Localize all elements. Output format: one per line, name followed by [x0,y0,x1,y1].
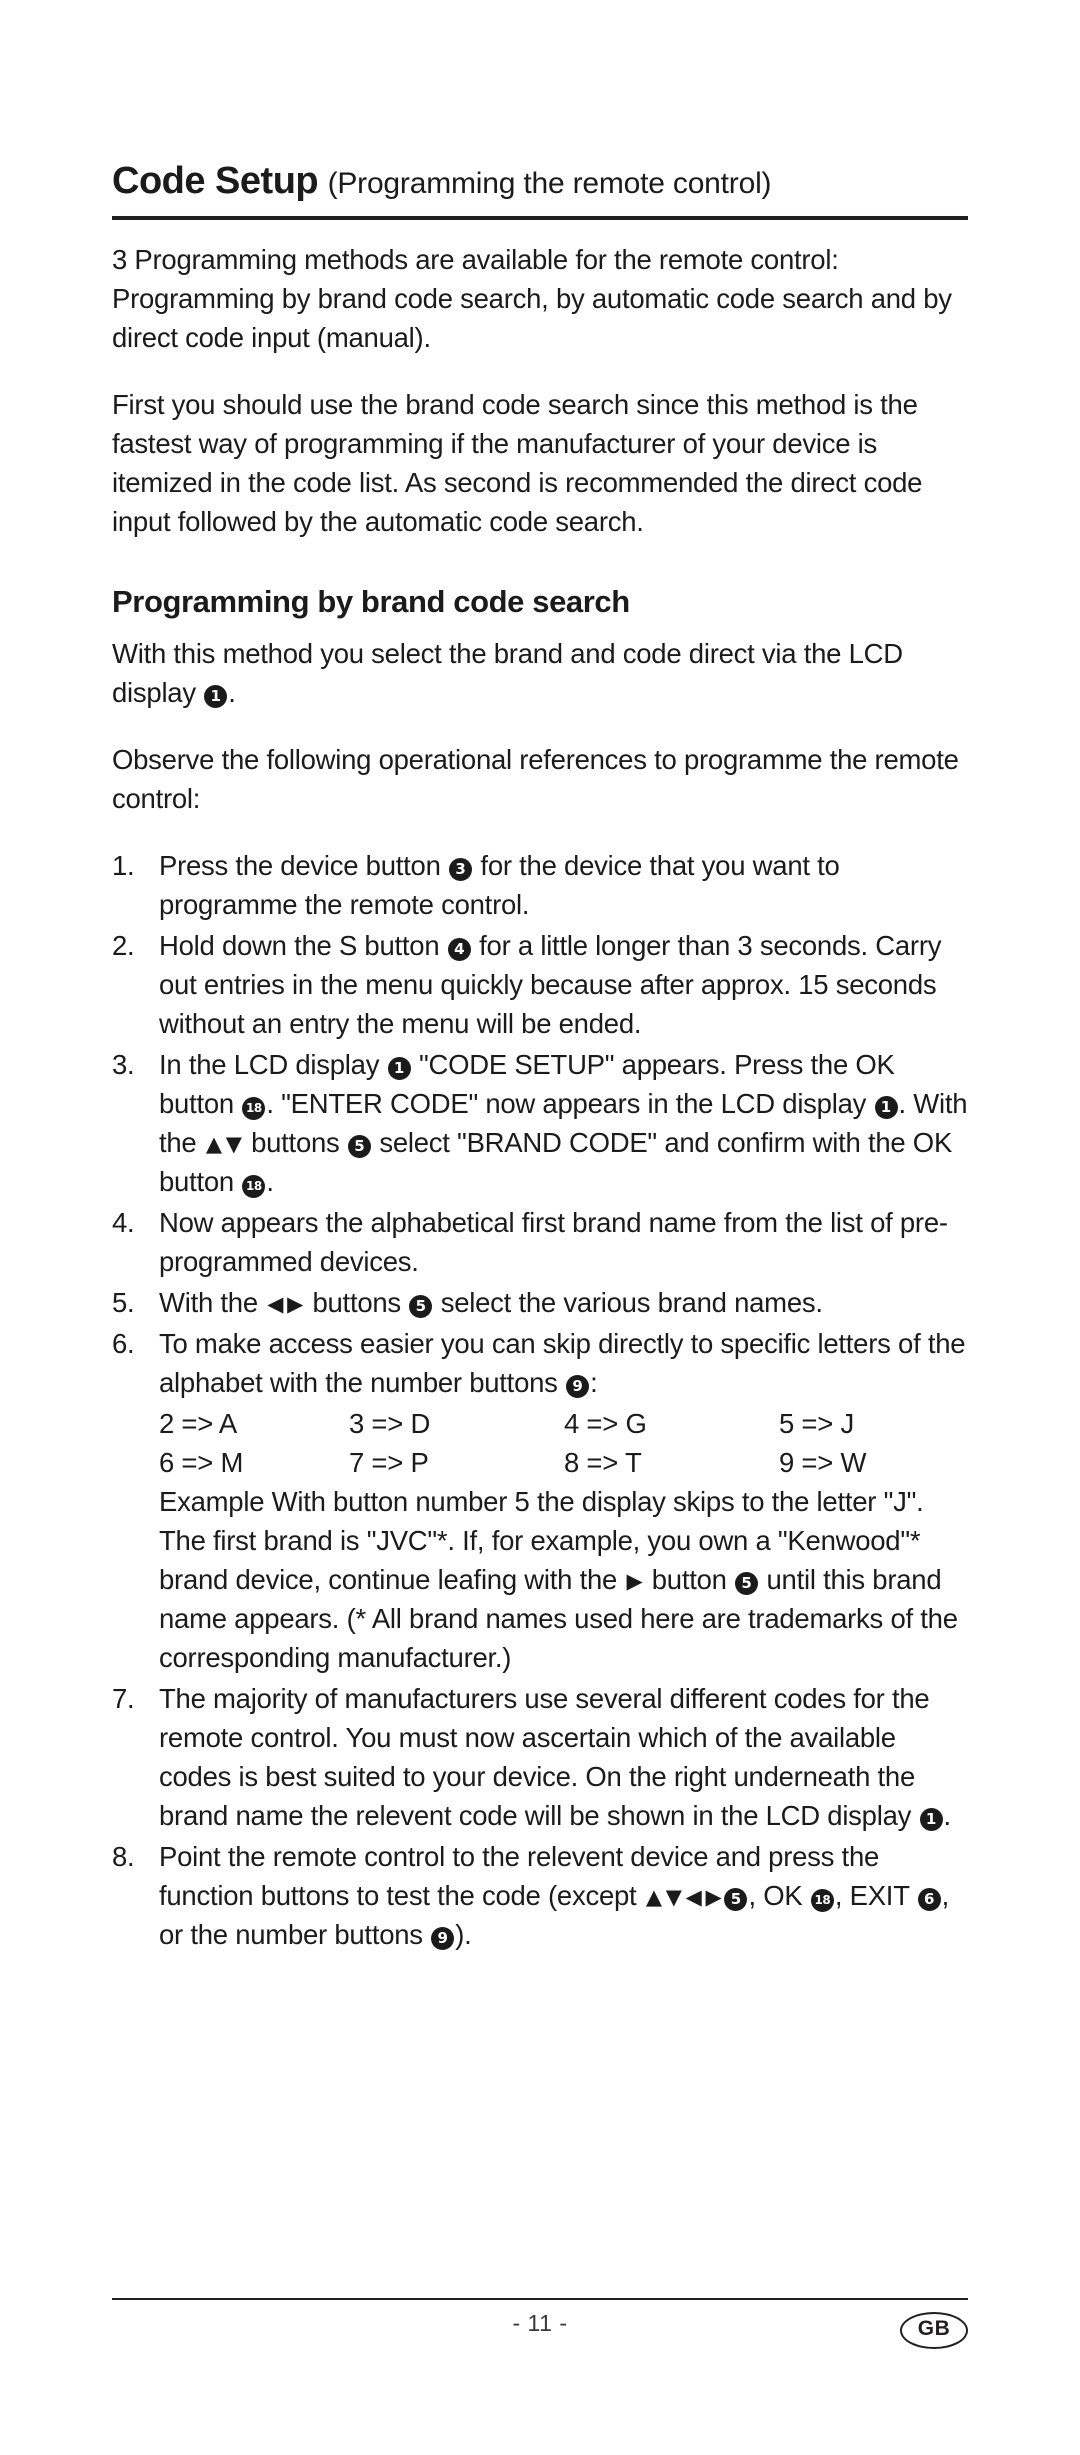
step-item-8: 8. Point the remote control to the releve… [112,1837,968,1954]
arrow-left-icon: ◀ [267,1291,284,1316]
letter-map-cell: 5 => J [779,1407,854,1439]
step-item-2: 2. Hold down the S button 4 for a little … [112,926,968,1043]
step-7-text-a: The majority of manufacturers use severa… [159,1682,930,1831]
marker-1-icon: 1 [387,1056,411,1080]
step-item-5: 5. With the ◀ ▶ buttons 5 select the vario… [112,1283,968,1322]
step-3-text-g: . [266,1165,274,1197]
marker-18-icon: 18 [810,1888,834,1912]
marker-6-icon: 6 [917,1887,941,1911]
step-3-number: 3. [112,1048,135,1080]
arrow-up-icon: ▲ [645,1884,662,1909]
section-paragraph-1: With this method you select the brand an… [112,634,968,712]
step-6-example-text-b: button [644,1563,735,1595]
marker-9-icon: 9 [431,1926,455,1950]
table-row: 6 => M 7 => P 8 => T 9 => W [159,1443,949,1482]
page-title-subtitle: (Programming the remote control) [327,167,772,200]
marker-5-icon: 5 [409,1294,433,1318]
arrow-right-icon: ▶ [626,1568,643,1593]
letter-map-cell: 4 => G [564,1407,647,1439]
section-heading-brand-code-search: Programming by brand code search [112,583,630,619]
section-paragraph-1-text-b: . [228,676,236,708]
arrow-right-icon: ▶ [287,1291,304,1316]
marker-9-icon: 9 [566,1374,590,1398]
table-row: 2 => A 3 => D 4 => G 5 => J [159,1404,949,1443]
step-6-text-b: : [590,1366,598,1398]
marker-1-icon: 1 [204,684,228,708]
step-7-number: 7. [112,1682,135,1714]
arrow-down-icon: ▼ [665,1884,682,1909]
intro-paragraph-1: 3 Programming methods are available for … [112,243,952,353]
section-paragraph-2: Observe the following operational refere… [112,743,959,814]
letter-shortcut-table: 2 => A 3 => D 4 => G 5 => J 6 => M 7 => … [159,1404,949,1482]
arrow-down-icon: ▼ [225,1131,242,1156]
marker-5-icon: 5 [735,1571,759,1595]
step-item-6: 6. To make access easier you can skip dir… [112,1324,968,1677]
step-4-text: Now appears the alphabetical first brand… [159,1206,948,1277]
steps-list: 1. Press the device button 3 for the devi… [112,846,968,1954]
letter-map-cell: 9 => W [779,1446,867,1478]
document-page: Code Setup (Programming the remote contr… [0,0,1080,2455]
step-1-text-a: Press the device button [159,849,449,881]
page-number: - 11 - [512,2310,568,2336]
step-8-text-f: ). [455,1918,472,1950]
step-item-7: 7. The majority of manufacturers use seve… [112,1679,968,1835]
marker-5-icon: 5 [347,1134,371,1158]
intro-paragraph-2: First you should use the brand code sear… [112,388,923,537]
marker-18-icon: 18 [242,1096,266,1120]
arrow-up-icon: ▲ [205,1131,222,1156]
step-2-text-a: Hold down the S button [159,929,447,961]
step-item-1: 1. Press the device button 3 for the devi… [112,846,968,924]
step-6-example: Example With button number 5 the display… [159,1482,968,1677]
letter-map-cell: 6 => M [159,1446,244,1478]
letter-map-cell: 8 => T [564,1446,642,1478]
page-footer: - 11 - GB [112,2298,968,2349]
step-6-text-a: To make access easier you can skip direc… [159,1327,966,1398]
footer-divider [112,2298,968,2300]
step-8-text-d: , EXIT [834,1879,917,1911]
step-item-4: 4. Now appears the alphabetical first bra… [112,1203,968,1281]
marker-4-icon: 4 [447,937,471,961]
step-5-text-a: With the [159,1286,266,1318]
step-7-text-b: . [943,1799,952,1831]
marker-1-icon: 1 [874,1095,898,1119]
step-1-number: 1. [112,849,135,881]
step-6-number: 6. [112,1327,135,1359]
title-divider [112,215,968,220]
step-3-text-e: buttons [243,1126,347,1158]
letter-map-cell: 2 => A [159,1407,238,1439]
step-5-text-b: buttons [305,1286,409,1318]
step-8-number: 8. [112,1840,135,1872]
page-title-main: Code Setup [112,160,319,202]
step-2-number: 2. [112,929,135,961]
step-item-3: 3. In the LCD display 1 "CODE SETUP" appe… [112,1045,968,1201]
step-5-number: 5. [112,1286,135,1318]
step-5-text-c: select the various brand names. [433,1286,823,1318]
page-title: Code Setup (Programming the remote contr… [112,160,968,204]
marker-5-icon: 5 [724,1887,748,1911]
step-3-text-c: . "ENTER CODE" now appears in the LCD di… [266,1087,874,1119]
marker-1-icon: 1 [919,1807,943,1831]
step-3-text-a: In the LCD display [159,1048,387,1080]
letter-map-cell: 3 => D [349,1407,431,1439]
step-8-text-c: , OK [748,1879,810,1911]
arrow-left-icon: ◀ [685,1884,702,1909]
page-content: Code Setup (Programming the remote contr… [112,160,968,1956]
marker-18-icon: 18 [242,1174,266,1198]
arrow-right-icon: ▶ [705,1884,722,1909]
marker-3-icon: 3 [449,857,473,881]
language-badge: GB [900,2312,968,2349]
step-4-number: 4. [112,1206,135,1238]
letter-map-cell: 7 => P [349,1446,429,1478]
